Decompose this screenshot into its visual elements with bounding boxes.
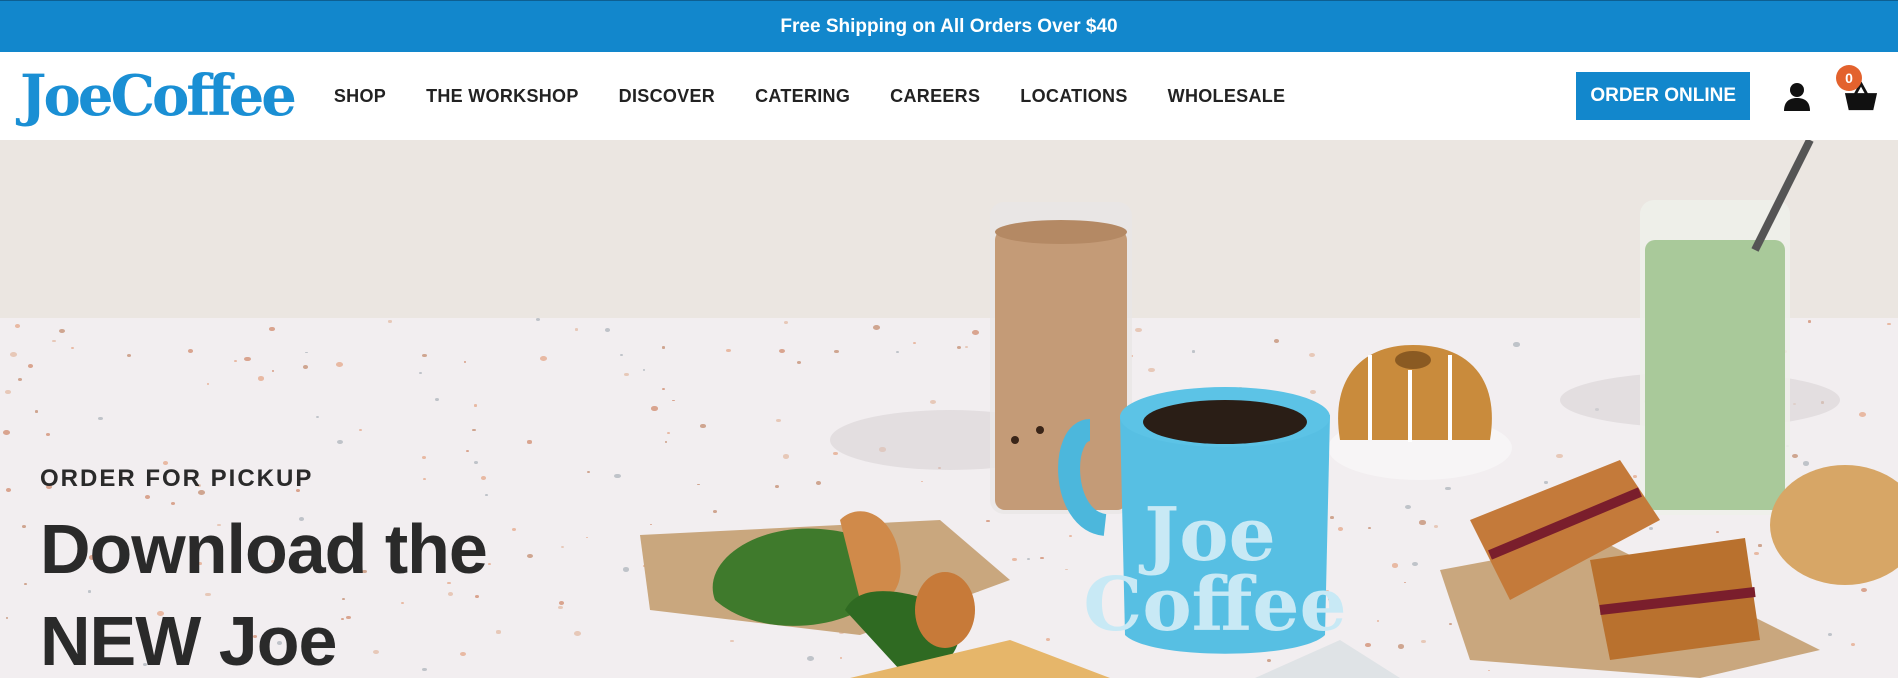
nav-wholesale[interactable]: WHOLESALE bbox=[1168, 86, 1286, 107]
cart-count-badge: 0 bbox=[1836, 65, 1862, 91]
cart-icon[interactable]: 0 bbox=[1836, 65, 1878, 113]
nav-the-workshop[interactable]: THE WORKSHOP bbox=[426, 86, 579, 107]
order-online-button[interactable]: ORDER ONLINE bbox=[1576, 72, 1750, 120]
svg-text:Coffee: Coffee bbox=[1083, 562, 1346, 648]
iced-matcha-glass bbox=[1640, 140, 1814, 515]
hero-kicker: ORDER FOR PICKUP bbox=[40, 465, 314, 492]
site-header: JoeCoffee SHOP THE WORKSHOP DISCOVER CAT… bbox=[0, 52, 1898, 140]
hero-headline-line1: Download the bbox=[40, 510, 488, 588]
account-icon[interactable] bbox=[1780, 79, 1814, 113]
nav-shop[interactable]: SHOP bbox=[334, 86, 386, 107]
logo[interactable]: JoeCoffee bbox=[20, 68, 297, 124]
announcement-text: Free Shipping on All Orders Over $40 bbox=[780, 15, 1118, 37]
nav-careers[interactable]: CAREERS bbox=[890, 86, 980, 107]
hero-headline: Download the NEW Joe bbox=[40, 503, 488, 678]
announcement-bar: Free Shipping on All Orders Over $40 bbox=[0, 0, 1898, 52]
nav-catering[interactable]: CATERING bbox=[755, 86, 850, 107]
header-actions: ORDER ONLINE 0 bbox=[1576, 65, 1878, 120]
hero-headline-line2: NEW Joe bbox=[40, 602, 337, 678]
nav-locations[interactable]: LOCATIONS bbox=[1020, 86, 1127, 107]
hero-text: ORDER FOR PICKUP Download the NEW Joe bbox=[40, 465, 488, 678]
bundt-cake bbox=[1338, 345, 1492, 442]
nav-discover[interactable]: DISCOVER bbox=[619, 86, 715, 107]
main-nav: SHOP THE WORKSHOP DISCOVER CATERING CARE… bbox=[334, 86, 1286, 107]
hero-banner: Joe Coffee ORDER FOR PICKUP Download the… bbox=[0, 140, 1898, 678]
